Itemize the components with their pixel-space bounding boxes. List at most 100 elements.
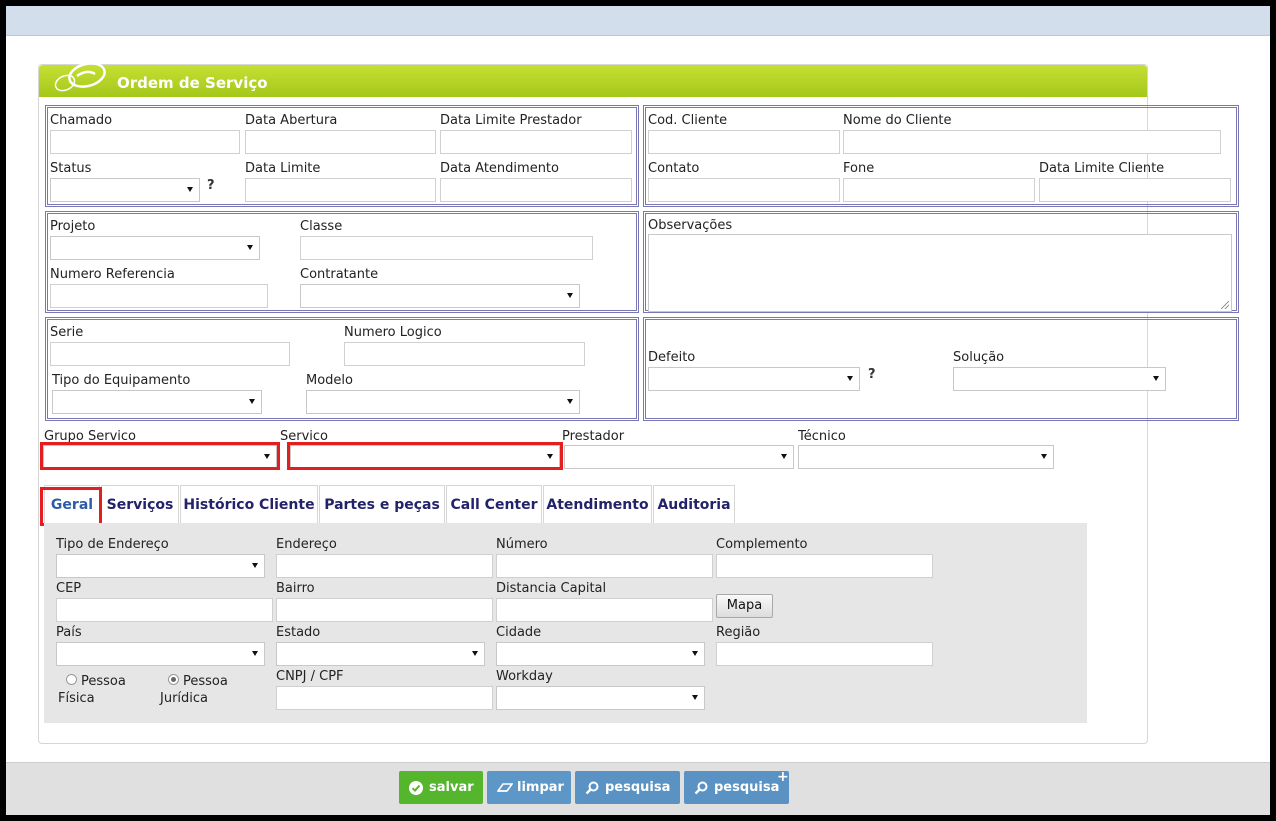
label-complemento: Complemento <box>716 537 808 552</box>
chevron-down-icon <box>567 399 573 404</box>
estado-select[interactable] <box>276 642 485 666</box>
modelo-select[interactable] <box>306 390 580 414</box>
section-observations: Observações <box>643 211 1239 313</box>
salvar-button[interactable]: salvar <box>399 771 483 804</box>
label-pessoa-juridica-2: Jurídica <box>160 691 209 706</box>
tecnico-select[interactable] <box>798 445 1054 469</box>
chevron-down-icon <box>692 651 698 656</box>
section-client-info: Cod. Cliente Nome do Cliente Contato Fon… <box>643 105 1239 207</box>
data-limite-prestador-input[interactable] <box>440 130 632 154</box>
fone-input[interactable] <box>843 178 1035 202</box>
chevron-down-icon <box>692 695 698 700</box>
magnifier-icon <box>694 781 708 795</box>
data-atendimento-input[interactable] <box>440 178 632 202</box>
tab-atendimento[interactable]: Atendimento <box>543 485 652 523</box>
defeito-select[interactable] <box>648 367 860 391</box>
label-pessoa-fisica-1: Pessoa <box>81 674 126 689</box>
serie-input[interactable] <box>50 342 290 366</box>
resize-grip-icon[interactable] <box>1221 301 1229 309</box>
status-select[interactable] <box>50 178 200 202</box>
data-abertura-input[interactable] <box>245 130 436 154</box>
section-defect: Defeito ? Solução <box>643 317 1239 421</box>
label-projeto: Projeto <box>50 219 96 234</box>
plus-icon: + <box>777 769 789 785</box>
label-data-abertura: Data Abertura <box>245 113 338 128</box>
salvar-label: salvar <box>429 780 474 795</box>
highlight-servico <box>287 442 563 470</box>
label-data-limite: Data Limite <box>245 161 321 176</box>
label-numero-referencia: Numero Referencia <box>50 267 175 282</box>
pesquisa-button[interactable]: pesquisa <box>575 771 680 804</box>
logo-icon <box>54 62 106 92</box>
classe-input[interactable] <box>300 236 593 260</box>
highlight-grupo-servico <box>40 442 280 470</box>
label-modelo: Modelo <box>306 373 353 388</box>
chevron-down-icon <box>247 245 253 250</box>
tab-servicos[interactable]: Serviços <box>101 485 179 523</box>
label-tipo-equipamento: Tipo do Equipamento <box>52 373 191 388</box>
label-observacoes: Observações <box>648 218 733 233</box>
label-pessoa-juridica-1: Pessoa <box>183 674 228 689</box>
regiao-input[interactable] <box>716 642 933 666</box>
projeto-select[interactable] <box>50 236 260 260</box>
cod-cliente-input[interactable] <box>648 130 840 154</box>
contato-input[interactable] <box>648 178 840 202</box>
footer-toolbar: salvar limpar pesquisa pesquisa + <box>6 762 1270 815</box>
title-bar: Ordem de Serviço <box>39 62 1147 97</box>
status-help-icon[interactable]: ? <box>207 178 215 193</box>
tab-historico-cliente[interactable]: Histórico Cliente <box>180 485 318 523</box>
numero-referencia-input[interactable] <box>50 284 268 308</box>
chevron-down-icon <box>249 399 255 404</box>
tab-partes-pecas[interactable]: Partes e peças <box>319 485 445 523</box>
chevron-down-icon <box>252 651 258 656</box>
workday-select[interactable] <box>496 686 705 710</box>
defeito-help-icon[interactable]: ? <box>868 367 876 382</box>
pessoa-juridica-radio[interactable] <box>168 674 179 685</box>
label-workday: Workday <box>496 669 553 684</box>
label-pessoa-fisica-2: Física <box>58 691 95 706</box>
cidade-select[interactable] <box>496 642 705 666</box>
mapa-button[interactable]: Mapa <box>716 594 773 618</box>
complemento-input[interactable] <box>716 554 933 578</box>
bairro-input[interactable] <box>276 598 493 622</box>
app-frame: Ordem de Serviço Chamado Data Abertura D… <box>6 6 1270 815</box>
tab-auditoria[interactable]: Auditoria <box>653 485 735 523</box>
pesquisa-avancada-button[interactable]: pesquisa + <box>684 769 789 804</box>
tab-call-center[interactable]: Call Center <box>446 485 542 523</box>
numero-input[interactable] <box>496 554 713 578</box>
contratante-select[interactable] <box>300 284 580 308</box>
top-bar <box>6 6 1270 36</box>
data-limite-cliente-input[interactable] <box>1039 178 1231 202</box>
label-cidade: Cidade <box>496 625 542 640</box>
solucao-select[interactable] <box>953 367 1166 391</box>
chevron-down-icon <box>472 651 478 656</box>
numero-logico-input[interactable] <box>344 342 585 366</box>
data-limite-input[interactable] <box>245 178 436 202</box>
tipo-equipamento-select[interactable] <box>52 390 262 414</box>
observacoes-textarea[interactable] <box>648 234 1232 312</box>
label-estado: Estado <box>276 625 321 640</box>
label-tipo-endereco: Tipo de Endereço <box>56 537 169 552</box>
label-numero-logico: Numero Logico <box>344 325 442 340</box>
tipo-endereco-select[interactable] <box>56 554 265 578</box>
cnpj-cpf-input[interactable] <box>276 686 493 710</box>
page-title: Ordem de Serviço <box>117 74 268 92</box>
pais-select[interactable] <box>56 642 265 666</box>
label-endereco: Endereço <box>276 537 337 552</box>
distancia-capital-input[interactable] <box>496 598 713 622</box>
nome-cliente-input[interactable] <box>843 130 1221 154</box>
limpar-button[interactable]: limpar <box>487 771 571 804</box>
prestador-select[interactable] <box>564 445 794 469</box>
chamado-input[interactable] <box>50 130 240 154</box>
label-distancia-capital: Distancia Capital <box>496 581 607 596</box>
cep-input[interactable] <box>56 598 273 622</box>
label-data-limite-cliente: Data Limite Cliente <box>1039 161 1165 176</box>
label-cep: CEP <box>56 581 82 596</box>
chevron-down-icon <box>567 293 573 298</box>
endereco-input[interactable] <box>276 554 493 578</box>
label-numero: Número <box>496 537 548 552</box>
section-equipment: Serie Numero Logico Tipo do Equipamento … <box>45 317 639 421</box>
pessoa-fisica-radio[interactable] <box>66 674 77 685</box>
chevron-down-icon <box>1041 454 1047 459</box>
label-cod-cliente: Cod. Cliente <box>648 113 728 128</box>
